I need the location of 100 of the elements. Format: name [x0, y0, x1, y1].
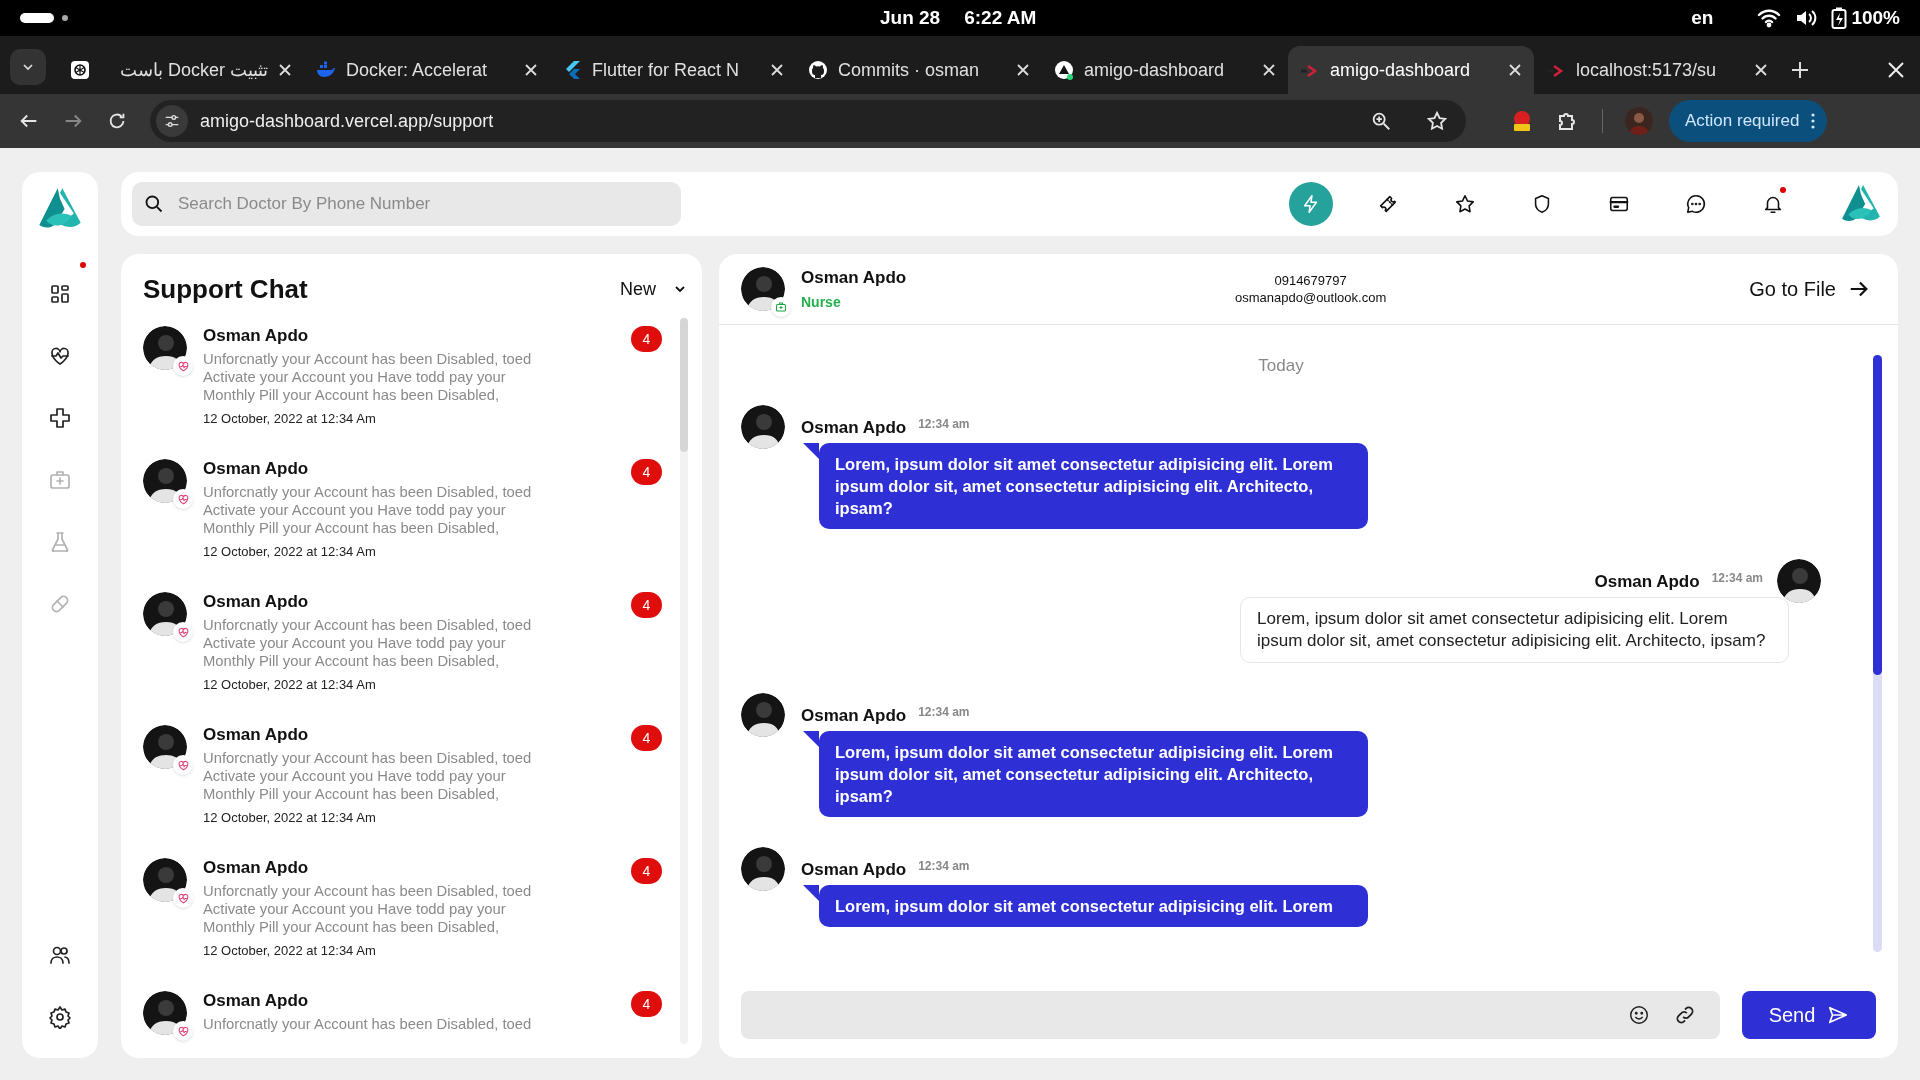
search-field[interactable]: Search Doctor By Phone Number — [132, 182, 681, 226]
medical-badge-icon — [771, 297, 791, 317]
avatar — [143, 991, 187, 1035]
settings-icon[interactable] — [48, 1005, 72, 1029]
site-settings-icon[interactable] — [156, 105, 188, 137]
close-icon[interactable] — [1508, 63, 1522, 77]
day-divider: Today — [1258, 355, 1304, 377]
tab-title: Commits · osman — [838, 58, 981, 82]
avatar — [143, 459, 187, 503]
tab-title: Flutter for React N — [592, 58, 741, 82]
heart-badge-icon — [173, 1021, 193, 1041]
contact-name: Osman Apdo — [801, 266, 908, 289]
message-preview: Unforcnatly your Account has been Disabled, toed Activate your Account you Have todd pay your Monthly Pill your Account has been Disabled, — [203, 350, 533, 404]
unread-count: 4 — [631, 725, 662, 751]
attach-link-icon[interactable] — [1674, 1004, 1696, 1026]
tab-title: localhost:5173/su — [1576, 58, 1718, 82]
browser-tab[interactable]: Flutter for React N — [550, 46, 796, 94]
chat-list-item[interactable]: Osman Apdo Unforcnatly your Account has been Disabled, toed Activate your Account you Have todd pay your Monthly Pill your Account has been Disabled, 12 October, 2022 at 12:34 Am 4 — [143, 318, 672, 451]
heart-badge-icon — [173, 888, 193, 908]
more-icon[interactable] — [1811, 113, 1816, 129]
emoji-icon[interactable] — [1628, 1004, 1650, 1026]
pill-indicator-icon — [20, 13, 54, 23]
unread-count: 4 — [631, 991, 662, 1017]
browser-tab[interactable]: Docker: Accelerat — [304, 46, 550, 94]
browser-tab[interactable]: amigo-dashboard — [1042, 46, 1288, 94]
plus-icon[interactable] — [48, 406, 72, 430]
filter-dropdown[interactable]: New — [620, 275, 686, 303]
sender-name: Osman Apdo — [801, 416, 907, 439]
avatar — [741, 692, 785, 737]
avatar — [741, 267, 785, 311]
send-button[interactable]: Send — [1742, 991, 1876, 1039]
message-time: 12:34 am — [918, 857, 970, 873]
avatar — [741, 404, 785, 449]
message-preview: Unforcnatly your Account has been Disabled, toed Activate your Account you Have todd pay your Monthly Pill your Account has been Disabled, — [203, 749, 533, 803]
contact-name: Osman Apdo — [203, 326, 310, 346]
message-date: 12 October, 2022 at 12:34 Am — [203, 942, 377, 960]
chat-list-item[interactable]: Osman Apdo Unforcnatly your Account has been Disabled, toed Activate your Account you Have todd pay your Monthly Pill your Account has been Disabled, 12 October, 2022 at 12:34 Am 4 — [143, 717, 672, 850]
chat-list-item[interactable]: Osman Apdo Unforcnatly your Account has been Disabled, toed 4 — [143, 983, 672, 1044]
dashboard-icon[interactable] — [48, 282, 72, 306]
tab-title: amigo-dashboard — [1084, 58, 1226, 82]
close-icon[interactable] — [524, 63, 538, 77]
tab-title: تثبيت Docker باست — [118, 58, 268, 82]
profile-avatar[interactable] — [1625, 107, 1653, 135]
message-date: 12 October, 2022 at 12:34 Am — [203, 676, 377, 694]
heart-badge-icon — [173, 622, 193, 642]
sender-name: Osman Apdo — [801, 858, 907, 881]
browser-tab[interactable]: تثبيت Docker باست — [58, 46, 304, 94]
message-time: 12:34 am — [1711, 569, 1763, 585]
action-required-button[interactable]: Action required — [1669, 100, 1828, 142]
close-icon[interactable] — [1016, 63, 1030, 77]
bolt-button[interactable] — [1289, 182, 1333, 226]
close-icon[interactable] — [1262, 63, 1276, 77]
browser-tab[interactable]: localhost:5173/su — [1534, 46, 1780, 94]
new-tab-icon[interactable] — [1790, 60, 1810, 80]
search-icon — [144, 194, 164, 214]
unread-count: 4 — [631, 459, 662, 485]
keyboard-language: en — [1691, 5, 1714, 30]
chat-list-item[interactable]: Osman Apdo Unforcnatly your Account has been Disabled, toed Activate your Account you Have todd pay your Monthly Pill your Account has been Disabled, 12 October, 2022 at 12:34 Am 4 — [143, 584, 672, 717]
heart-badge-icon — [173, 356, 193, 376]
panel-title: Support Chat — [143, 272, 308, 306]
status-time: 6:22 AM — [964, 5, 1037, 30]
star-icon — [1454, 193, 1476, 215]
close-icon[interactable] — [278, 63, 292, 77]
avatar — [143, 592, 187, 636]
zoom-icon[interactable] — [1370, 110, 1392, 132]
message-preview: Unforcnatly your Account has been Disabled, toed — [203, 1015, 533, 1033]
unread-count: 4 — [631, 326, 662, 352]
message-input-field[interactable] — [741, 991, 1720, 1039]
close-icon[interactable] — [1886, 60, 1906, 80]
chat-icon — [1685, 193, 1707, 215]
message-bubble: Lorem, ipsum dolor sit amet consectetur adipisicing elit. Lorem ipsum dolor sit, amet consectetur adipisicing elit. Architecto, ipsam? — [1240, 596, 1789, 663]
bookmark-star-icon[interactable] — [1426, 110, 1448, 132]
wifi-icon — [1757, 8, 1782, 28]
contact-name: Osman Apdo — [203, 991, 310, 1011]
send-icon — [1827, 1004, 1850, 1026]
battery-level: 100% — [1851, 5, 1900, 30]
volume-icon — [1795, 8, 1818, 28]
message-time: 12:34 am — [918, 415, 970, 431]
close-icon[interactable] — [770, 63, 784, 77]
chat-list-item[interactable]: Osman Apdo Unforcnatly your Account has been Disabled, toed Activate your Account you Have todd pay your Monthly Pill your Account has been Disabled, 12 October, 2022 at 12:34 Am 4 — [143, 451, 672, 584]
go-to-file-link[interactable]: Go to File — [1749, 274, 1870, 304]
contact-phone: 0914679797 — [1274, 272, 1347, 289]
contact-name: Osman Apdo — [203, 858, 310, 878]
unread-count: 4 — [631, 858, 662, 884]
avatar — [143, 326, 187, 370]
tab-title: Docker: Accelerat — [346, 58, 489, 82]
dot-indicator-icon — [62, 15, 68, 21]
caret-icon — [674, 283, 686, 295]
browser-tab[interactable]: amigo-dashboard — [1288, 46, 1534, 94]
address-field[interactable]: amigo-dashboard.vercel.app/support — [150, 100, 1466, 142]
message-preview: Unforcnatly your Account has been Disabled, toed Activate your Account you Have todd pay your Monthly Pill your Account has been Disabled, — [203, 882, 533, 936]
avatar — [143, 725, 187, 769]
browser-tab[interactable]: Commits · osman — [796, 46, 1042, 94]
chat-list-item[interactable]: Osman Apdo Unforcnatly your Account has been Disabled, toed Activate your Account you Have todd pay your Monthly Pill your Account has been Disabled, 12 October, 2022 at 12:34 Am 4 — [143, 850, 672, 983]
status-date: Jun 28 — [880, 5, 941, 30]
sender-name: Osman Apdo — [801, 704, 907, 727]
close-icon[interactable] — [1754, 63, 1768, 77]
message-date: 12 October, 2022 at 12:34 Am — [203, 809, 377, 827]
scrollbar-thumb[interactable] — [1873, 355, 1882, 675]
scrollbar-thumb[interactable] — [680, 318, 688, 452]
